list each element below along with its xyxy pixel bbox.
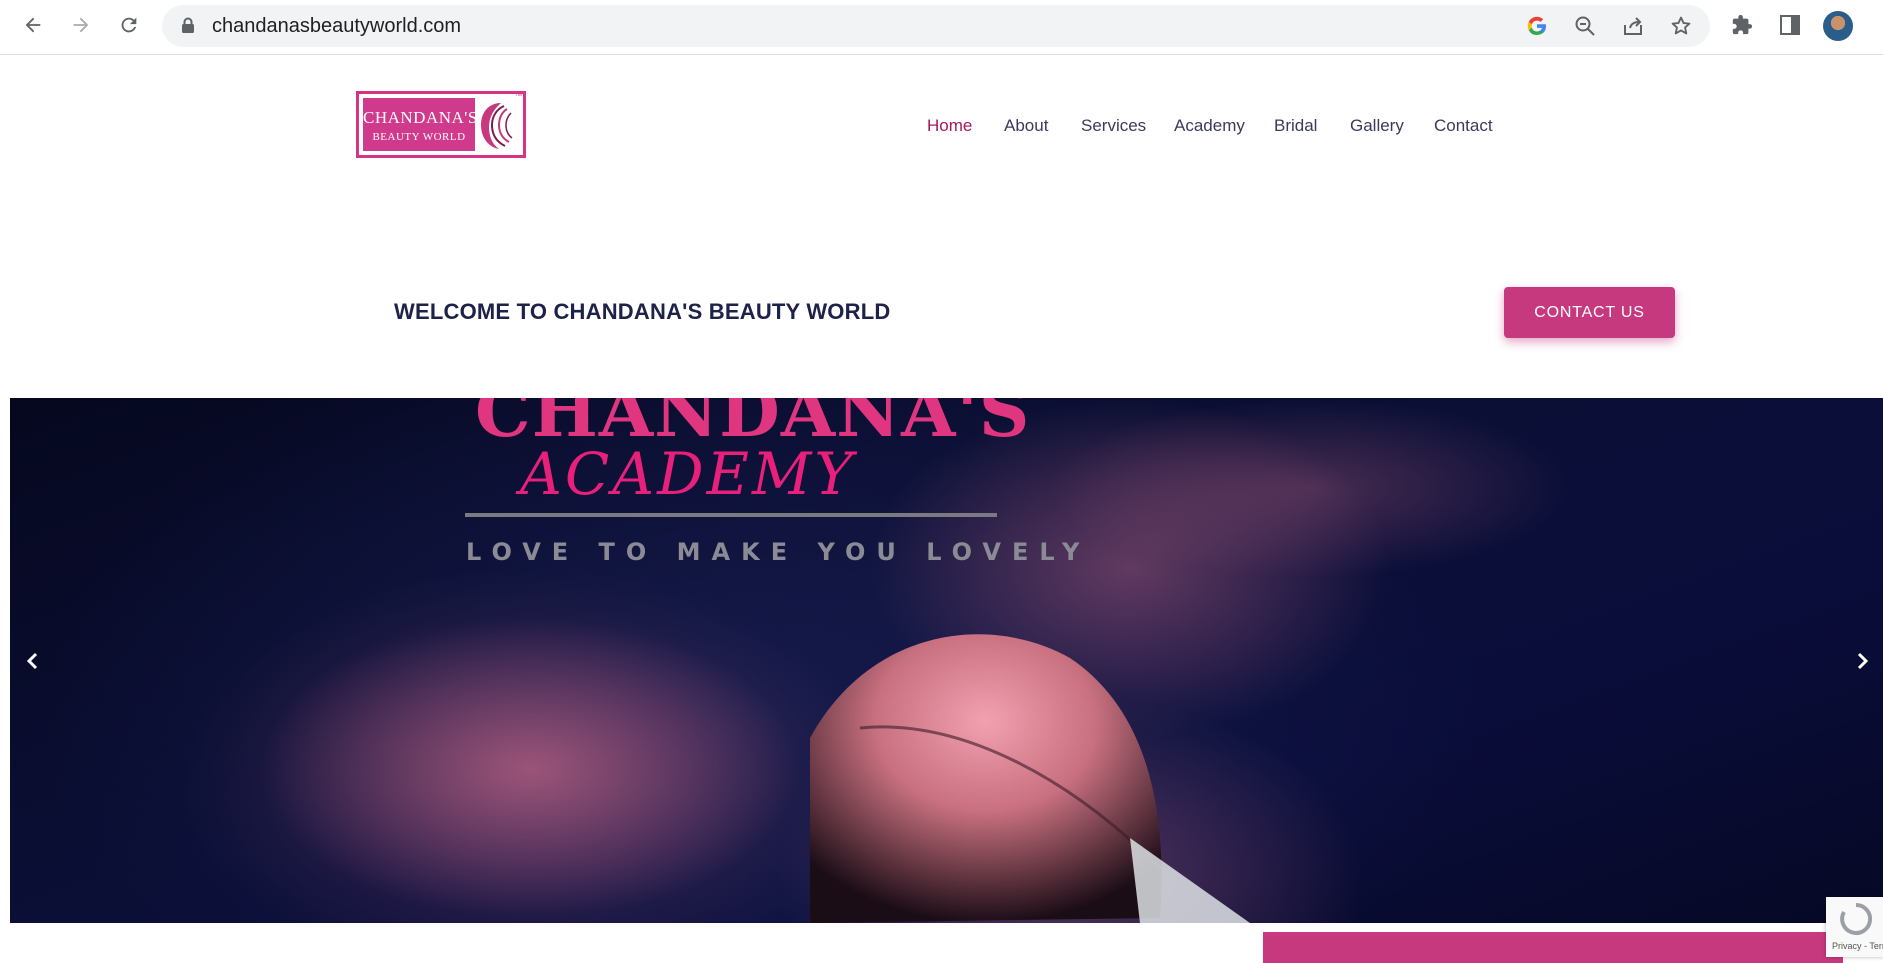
nav-about[interactable]: About — [1004, 116, 1048, 136]
woman-face-icon — [481, 103, 513, 149]
zoom-out-icon[interactable] — [1572, 13, 1598, 39]
recaptcha-icon — [1840, 902, 1873, 935]
recaptcha-text[interactable]: Privacy - Terms — [1832, 941, 1883, 951]
welcome-heading: WELCOME TO CHANDANA'S BEAUTY WORLD — [394, 299, 891, 324]
nav-academy[interactable]: Academy — [1174, 116, 1245, 136]
nav-home[interactable]: Home — [927, 116, 972, 136]
lock-icon[interactable] — [181, 17, 195, 39]
recaptcha-badge[interactable]: Privacy - Terms — [1826, 897, 1883, 957]
slider-prev-icon[interactable] — [16, 644, 50, 678]
hero-tagline: LOVE TO MAKE YOU LOVELY — [466, 538, 1091, 566]
reload-icon[interactable] — [112, 8, 146, 42]
extensions-icon[interactable] — [1727, 10, 1757, 40]
hero-divider — [465, 513, 997, 517]
contact-us-button[interactable]: CONTACT US — [1504, 287, 1675, 338]
site-logo[interactable]: CHANDANA'S BEAUTY WORLD ™ — [356, 91, 526, 158]
profile-avatar[interactable] — [1823, 11, 1853, 41]
logo-text-block: CHANDANA'S BEAUTY WORLD — [363, 98, 478, 151]
nav-gallery[interactable]: Gallery — [1350, 116, 1404, 136]
nav-contact[interactable]: Contact — [1434, 116, 1493, 136]
star-icon[interactable] — [1668, 13, 1694, 39]
address-bar[interactable]: chandanasbeautyworld.com — [162, 5, 1710, 47]
slider-next-icon[interactable] — [1845, 644, 1879, 678]
logo-line2: BEAUTY WORLD — [372, 131, 466, 143]
nav-bridal[interactable]: Bridal — [1274, 116, 1317, 136]
makeup-brush-image — [260, 398, 1570, 923]
url-text[interactable]: chandanasbeautyworld.com — [212, 15, 461, 38]
back-arrow-icon[interactable] — [16, 8, 50, 42]
google-icon[interactable] — [1524, 13, 1550, 39]
share-icon[interactable] — [1620, 13, 1646, 39]
trademark-mark: ™ — [515, 93, 522, 100]
hero-slider: CHANDANA'S ACADEMY LOVE TO MAKE YOU LOVE… — [10, 398, 1883, 923]
forward-arrow-icon[interactable] — [64, 8, 98, 42]
hero-subtitle: ACADEMY — [520, 440, 856, 508]
nav-services[interactable]: Services — [1081, 116, 1146, 136]
side-panel-icon[interactable] — [1775, 10, 1805, 40]
pink-footer-bar — [1263, 932, 1843, 963]
browser-toolbar: chandanasbeautyworld.com — [0, 0, 1883, 55]
logo-line1: CHANDANA'S — [363, 108, 478, 127]
